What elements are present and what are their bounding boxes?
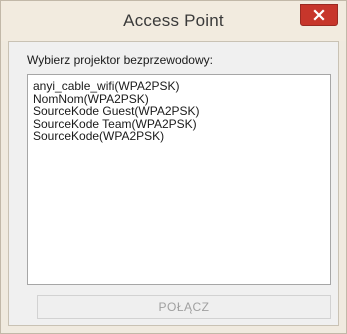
projector-prompt-label: Wybierz projektor bezprzewodowy: xyxy=(27,53,213,67)
network-list[interactable]: anyi_cable_wifi(WPA2PSK) NomNom(WPA2PSK)… xyxy=(27,74,331,285)
title-bar[interactable]: Access Point xyxy=(1,1,346,41)
access-point-window: Access Point Wybierz projektor bezprzewo… xyxy=(0,0,347,334)
list-item[interactable]: anyi_cable_wifi(WPA2PSK) xyxy=(33,80,330,93)
close-icon xyxy=(313,9,325,21)
list-item[interactable]: SourceKode Guest(WPA2PSK) xyxy=(33,105,330,118)
list-item[interactable]: SourceKode(WPA2PSK) xyxy=(33,130,330,143)
close-button[interactable] xyxy=(300,4,338,26)
connect-button[interactable]: POŁĄCZ xyxy=(37,295,331,319)
window-title: Access Point xyxy=(123,11,224,30)
